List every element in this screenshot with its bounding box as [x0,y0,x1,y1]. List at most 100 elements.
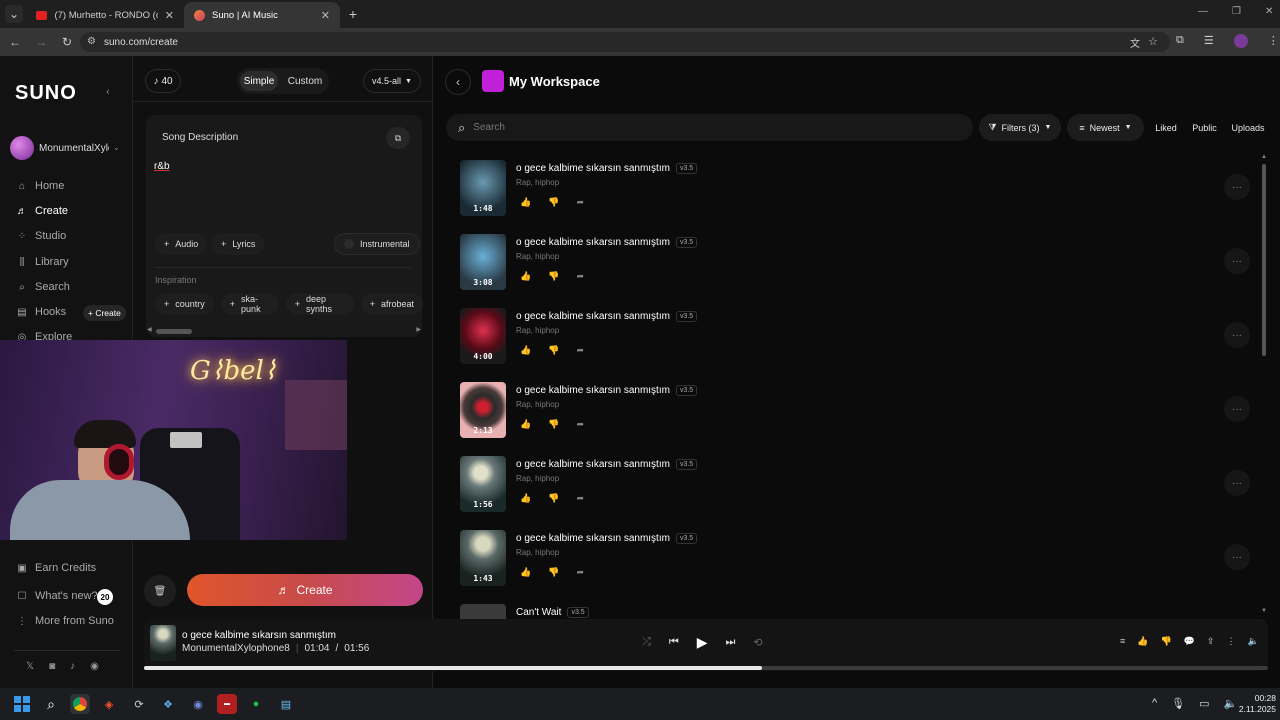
app-icon[interactable]: ⟳ [129,694,149,714]
close-icon[interactable]: ✕ [321,9,330,22]
song-thumbnail[interactable]: 2:13 [460,382,506,438]
sort-button[interactable]: ≡ Newest ▼ [1067,114,1144,141]
song-title[interactable]: o gece kalbime sıkarsın sanmıştım [516,163,670,174]
microphone-icon[interactable]: 🎙 [1171,697,1185,710]
song-row[interactable]: 2:13 o gece kalbime sıkarsın sanmıştım v3… [460,382,1260,444]
next-icon[interactable]: ⏭ [726,636,736,649]
public-filter-button[interactable]: Public [1188,114,1221,141]
song-thumbnail[interactable]: 1:43 [460,530,506,586]
model-select[interactable]: v4.5-all ▼ [363,69,421,93]
dice-random-icon[interactable]: ⧉ [386,127,410,149]
thumbs-down-icon[interactable]: 👎 [1160,636,1171,647]
app-icon[interactable]: ▬ [217,694,237,714]
share-icon[interactable]: ➦ [576,345,584,356]
thumbs-down-icon[interactable]: 👎 [548,419,559,430]
song-row[interactable]: 4:00 o gece kalbime sıkarsın sanmıştım v3… [460,308,1260,370]
inspiration-chip[interactable]: + afrobeat [360,293,423,315]
sidebar-item-search[interactable]: ⌕ Search [17,281,70,293]
thumbs-up-icon[interactable]: 👍 [520,567,531,578]
scrollbar-thumb[interactable] [1262,164,1266,356]
mode-custom-tab[interactable]: Custom [283,71,327,91]
scroll-right-icon[interactable]: ▶ [416,326,421,333]
tab-youtube[interactable]: (7) Murhetto - RONDO (official ✕ [26,2,184,28]
uploads-filter-button[interactable]: Uploads [1227,114,1269,141]
song-title[interactable]: o gece kalbime sıkarsın sanmıştım [516,385,670,396]
thumbs-down-icon[interactable]: 👎 [548,271,559,282]
tab-search-icon[interactable]: ⌄ [5,5,23,23]
share-icon[interactable]: ➦ [576,271,584,282]
sidebar-item-studio[interactable]: ⁘ Studio [17,230,66,242]
search-icon[interactable]: ⌕ [41,694,61,714]
song-title[interactable]: o gece kalbime sıkarsın sanmıştım [516,237,670,248]
close-window-icon[interactable]: ✕ [1265,6,1273,17]
share-icon[interactable]: ⇪ [1207,636,1215,647]
song-thumbnail[interactable]: 3:08 [460,234,506,290]
credits-counter[interactable]: ♪ 40 [145,69,181,93]
song-title[interactable]: o gece kalbime sıkarsın sanmıştım [516,533,670,544]
inspiration-scrollbar[interactable]: ◀ ▶ [147,326,421,334]
back-icon[interactable]: ← [6,33,24,51]
minimize-icon[interactable]: — [1198,6,1208,17]
previous-icon[interactable]: ⏮ [669,636,679,649]
song-thumbnail[interactable]: 1:48 [460,160,506,216]
song-thumbnail[interactable]: 1:56 [460,456,506,512]
play-icon[interactable]: ▶ [697,634,708,651]
inspiration-chip[interactable]: + ska-punk [220,293,279,315]
more-options-icon[interactable]: ··· [1224,470,1250,496]
close-icon[interactable]: ✕ [165,9,174,22]
share-icon[interactable]: ➦ [576,197,584,208]
user-name[interactable]: MonumentalXylo [39,143,109,154]
chrome-icon[interactable] [70,694,90,714]
share-icon[interactable]: ➦ [576,567,584,578]
player-artist[interactable]: MonumentalXylophone8 [182,643,290,654]
inspiration-chip[interactable]: + deep synths [285,293,354,315]
scroll-up-icon[interactable]: ▲ [1261,154,1267,160]
share-icon[interactable]: ➦ [576,419,584,430]
song-row[interactable]: Can't Wait v3.5 [460,604,1260,619]
more-options-icon[interactable]: ··· [1224,396,1250,422]
sidebar-item-more-from-suno[interactable]: ⋮ More from Suno [17,615,114,627]
comment-icon[interactable]: 💬 [1184,636,1195,647]
site-info-icon[interactable]: ⚙ [87,36,96,47]
thumbs-up-icon[interactable]: 👍 [520,271,531,282]
queue-icon[interactable]: ≡ [1120,636,1125,647]
tiktok-icon[interactable]: ♪ [70,661,75,672]
thumbs-up-icon[interactable]: 👍 [520,493,531,504]
hooks-create-button[interactable]: + Create [83,305,126,321]
back-icon[interactable]: ‹ [445,69,471,95]
discord-icon[interactable]: ◉ [188,694,208,714]
sidebar-item-library[interactable]: ⫼ Library [17,256,69,268]
sidebar-item-create[interactable]: ♬ Create [17,205,68,217]
thumbs-down-icon[interactable]: 👎 [548,197,559,208]
clock[interactable]: 00:28 2.11.2025 [1228,693,1276,715]
song-description-input[interactable]: r&b [154,161,404,221]
liked-filter-button[interactable]: Liked [1150,114,1182,141]
reload-icon[interactable]: ↻ [58,33,76,51]
search-input[interactable]: ⌕ Search [446,114,973,141]
sidebar-item-home[interactable]: ⌂ Home [17,180,64,192]
more-options-icon[interactable]: ··· [1224,544,1250,570]
tray-chevron-icon[interactable]: ^ [1152,697,1157,710]
translate-icon[interactable]: 文 [1130,35,1140,50]
x-twitter-icon[interactable]: 𝕏 [26,661,34,672]
share-icon[interactable]: ➦ [576,493,584,504]
user-avatar[interactable] [10,136,34,160]
app-icon[interactable]: ❖ [158,694,178,714]
player-song-title[interactable]: o gece kalbime sıkarsın sanmıştım [182,630,336,641]
filters-button[interactable]: ⧩ Filters (3) ▼ [979,114,1061,141]
song-row[interactable]: 3:08 o gece kalbime sıkarsın sanmıştım v3… [460,234,1260,296]
more-options-icon[interactable]: ··· [1224,322,1250,348]
song-row[interactable]: 1:56 o gece kalbime sıkarsın sanmıştım v3… [460,456,1260,518]
song-row[interactable]: 1:43 o gece kalbime sıkarsın sanmıştım v3… [460,530,1260,592]
scroll-left-icon[interactable]: ◀ [147,326,152,333]
sidebar-item-earn-credits[interactable]: ▣ Earn Credits [17,562,96,574]
create-button[interactable]: ♬ Create [187,574,423,606]
inspiration-chip[interactable]: + country [155,293,214,315]
shuffle-icon[interactable]: ⤮ [642,636,651,649]
thumbs-up-icon[interactable]: 👍 [520,345,531,356]
scroll-down-icon[interactable]: ▼ [1261,608,1267,614]
song-thumbnail[interactable] [460,604,506,619]
volume-icon[interactable]: 🔈 [1247,636,1258,647]
url-field[interactable]: ⚙ suno.com/create 文 ☆ [80,32,1170,52]
progress-track[interactable] [144,666,1268,670]
